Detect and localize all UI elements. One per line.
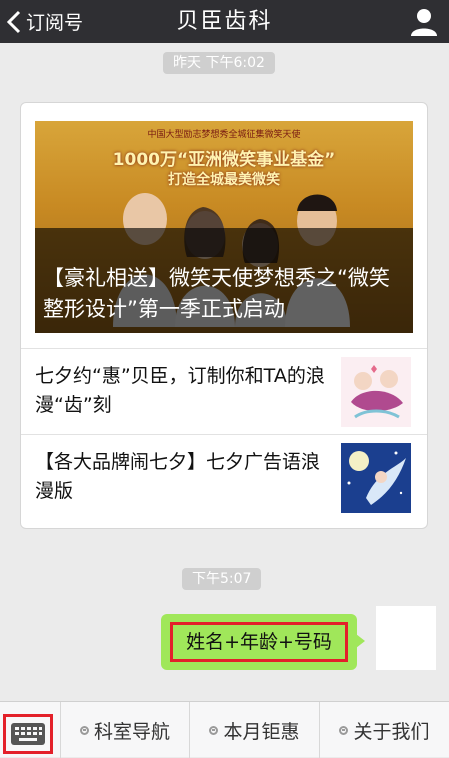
timestamp: 昨天 下午6:02	[163, 52, 275, 74]
keyboard-icon	[11, 723, 45, 745]
menu-item-monthly-offers[interactable]: 本月钜惠	[189, 702, 319, 758]
menu-dot-icon	[339, 725, 349, 735]
menu-item-department-nav[interactable]: 科室导航	[60, 702, 189, 758]
profile-icon[interactable]	[409, 7, 439, 37]
menu-dot-icon	[209, 725, 219, 735]
news-item-title: 七夕约“惠”贝臣，订制你和TA的浪漫“齿”刻	[35, 365, 325, 416]
hero-banner-text: 中国大型励志梦想秀全城征集微笑天使	[147, 130, 301, 140]
hero-caption: 【豪礼相送】微笑天使梦想秀之“微笑整形设计”第一季正式启动	[43, 266, 390, 321]
outgoing-message-bubble: 姓名+年龄+号码	[161, 614, 365, 670]
menu-item-label: 关于我们	[353, 720, 430, 743]
hero-slogan: 1000万“亚洲微笑事业基金”	[112, 150, 336, 170]
outgoing-message-text[interactable]: 姓名+年龄+号码	[170, 622, 348, 662]
bottom-menu-bar: 科室导航 本月钜惠 关于我们	[0, 701, 449, 758]
timestamp: 下午5:07	[182, 568, 262, 590]
news-card: 中国大型励志梦想秀全城征集微笑天使 1000万“亚洲微笑事业基金” 打造全城最美…	[20, 102, 428, 529]
news-item-thumbnail	[341, 443, 411, 513]
news-item[interactable]: 七夕约“惠”贝臣，订制你和TA的浪漫“齿”刻	[21, 348, 427, 435]
news-item-thumbnail	[341, 357, 411, 427]
menu-item-label: 科室导航	[93, 720, 170, 743]
top-bar: 订阅号 贝臣齿科	[0, 0, 449, 43]
keyboard-toggle-button[interactable]	[3, 714, 53, 754]
menu-dot-icon	[79, 725, 89, 735]
menu-item-label: 本月钜惠	[223, 720, 300, 743]
menu-item-about-us[interactable]: 关于我们	[319, 702, 449, 758]
news-hero[interactable]: 中国大型励志梦想秀全城征集微笑天使 1000万“亚洲微笑事业基金” 打造全城最美…	[35, 121, 413, 333]
avatar[interactable]	[376, 606, 436, 670]
news-item-title: 【各大品牌闹七夕】七夕广告语浪漫版	[35, 451, 321, 502]
page-title: 贝臣齿科	[176, 9, 273, 34]
news-item[interactable]: 【各大品牌闹七夕】七夕广告语浪漫版	[21, 434, 427, 521]
